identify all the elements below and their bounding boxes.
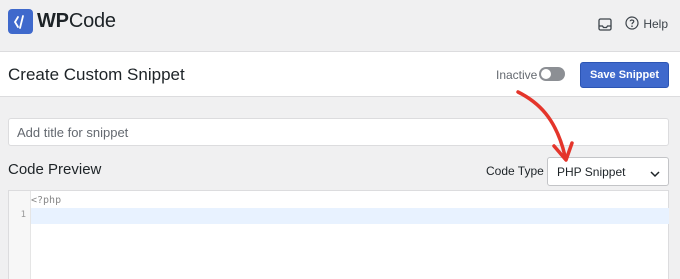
wpcode-logo-icon — [8, 9, 33, 34]
line-number: 1 — [20, 210, 26, 220]
save-snippet-button[interactable]: Save Snippet — [580, 62, 669, 88]
help-circle-icon — [625, 15, 639, 33]
wpcode-logo[interactable]: WPCode — [8, 9, 116, 34]
chevron-down-icon — [650, 167, 660, 181]
status-label: Inactive — [496, 68, 538, 82]
editor-gutter: 1 — [9, 191, 31, 279]
page-title: Create Custom Snippet — [8, 65, 185, 84]
code-line-text: <?php — [31, 195, 62, 206]
code-line-active[interactable] — [31, 208, 669, 224]
inbox-icon[interactable] — [595, 14, 615, 34]
top-bar: WPCode Help — [0, 0, 680, 50]
help-label: Help — [643, 17, 668, 31]
logo-text: WPCode — [37, 10, 116, 32]
annotation-arrow — [516, 90, 574, 162]
code-editor[interactable]: 1 <?php — [8, 190, 669, 279]
help-link[interactable]: Help — [625, 15, 668, 33]
code-preview-label: Code Preview — [8, 161, 102, 178]
toggle-knob — [541, 69, 551, 79]
code-line[interactable]: <?php — [31, 193, 669, 209]
active-toggle[interactable] — [539, 67, 565, 81]
